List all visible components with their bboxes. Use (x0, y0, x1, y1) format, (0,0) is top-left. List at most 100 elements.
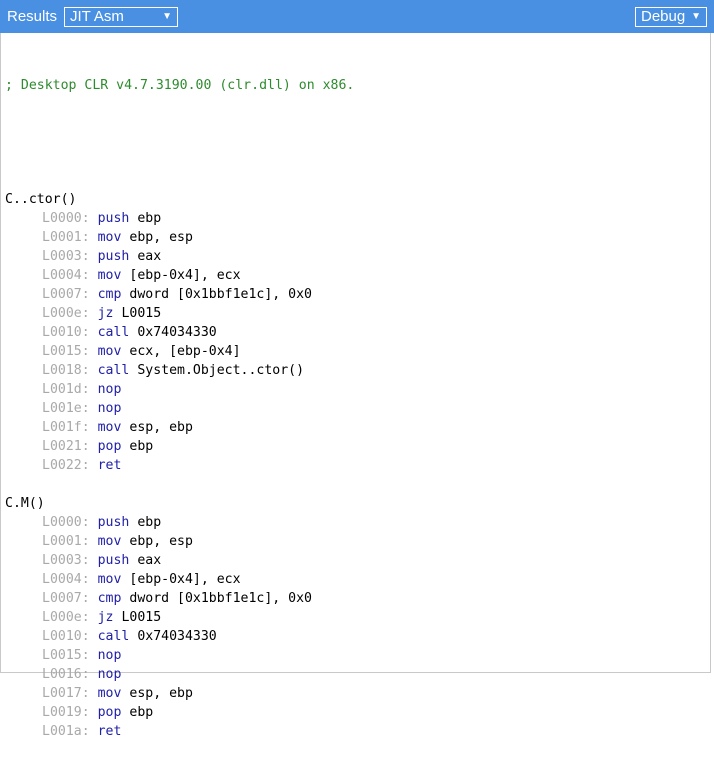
asm-label: L0004: (42, 268, 90, 283)
asm-label: L0003: (42, 249, 90, 264)
asm-operands: ebp, esp (129, 534, 193, 549)
asm-label: L0018: (42, 363, 90, 378)
asm-label: L0015: (42, 648, 90, 663)
chevron-down-icon: ▼ (691, 11, 701, 22)
asm-label: L0003: (42, 553, 90, 568)
asm-line: L0018: call System.Object..ctor() (0, 361, 710, 380)
asm-operands: ebp, esp (129, 230, 193, 245)
asm-line: L0000: push ebp (0, 209, 710, 228)
asm-opcode: push (97, 249, 130, 264)
asm-line: L001e: nop (0, 399, 710, 418)
asm-line: L0022: ret (0, 456, 710, 475)
asm-operands: ebp (137, 515, 162, 530)
asm-line: L0019: pop ebp (0, 703, 710, 722)
asm-label: L0004: (42, 572, 90, 587)
asm-operands: eax (137, 249, 162, 264)
asm-label: L0022: (42, 458, 90, 473)
asm-label: L0001: (42, 230, 90, 245)
asm-line: L000e: jz L0015 (0, 608, 710, 627)
asm-operands: esp, ebp (129, 420, 193, 435)
asm-operands: dword [0x1bbf1e1c], 0x0 (129, 591, 312, 606)
asm-output[interactable]: ; Desktop CLR v4.7.3190.00 (clr.dll) on … (0, 38, 710, 760)
asm-opcode: mov (97, 572, 122, 587)
asm-opcode: call (97, 363, 130, 378)
results-title: Results (7, 8, 58, 25)
asm-label: L001d: (42, 382, 90, 397)
asm-line: L0021: pop ebp (0, 437, 710, 456)
asm-label: L001a: (42, 724, 90, 739)
asm-operands: dword [0x1bbf1e1c], 0x0 (129, 287, 312, 302)
asm-opcode: mov (97, 230, 122, 245)
asm-operands: eax (137, 553, 162, 568)
asm-operands: ebp (129, 439, 154, 454)
asm-line: L0001: mov ebp, esp (0, 532, 710, 551)
asm-operands: 0x74034330 (137, 325, 217, 340)
asm-opcode: mov (97, 420, 122, 435)
runtime-comment: ; Desktop CLR v4.7.3190.00 (clr.dll) on … (5, 78, 355, 93)
output-view-value: JIT Asm (70, 8, 124, 25)
asm-label: L0010: (42, 629, 90, 644)
asm-operands: [ebp-0x4], ecx (129, 572, 241, 587)
asm-line: L0007: cmp dword [0x1bbf1e1c], 0x0 (0, 285, 710, 304)
asm-line: L0015: mov ecx, [ebp-0x4] (0, 342, 710, 361)
asm-opcode: jz (97, 610, 114, 625)
asm-label: L0019: (42, 705, 90, 720)
asm-operands: System.Object..ctor() (137, 363, 305, 378)
asm-opcode: mov (97, 344, 122, 359)
asm-line: L0001: mov ebp, esp (0, 228, 710, 247)
asm-operands: ebp (137, 211, 162, 226)
asm-line: L0010: call 0x74034330 (0, 627, 710, 646)
asm-opcode: jz (97, 306, 114, 321)
asm-opcode: pop (97, 439, 122, 454)
asm-line: L0017: mov esp, ebp (0, 684, 710, 703)
asm-opcode: call (97, 325, 130, 340)
asm-label: L0001: (42, 534, 90, 549)
asm-operands: ebp (129, 705, 154, 720)
method-header: C.M() (5, 496, 45, 511)
build-mode-select[interactable]: Debug ▼ (635, 7, 707, 27)
asm-line: L001d: nop (0, 380, 710, 399)
output-view-select[interactable]: JIT Asm ▼ (64, 7, 178, 27)
asm-opcode: ret (97, 458, 122, 473)
method-header: C..ctor() (5, 192, 77, 207)
asm-label: L0000: (42, 515, 90, 530)
asm-opcode: cmp (97, 287, 122, 302)
asm-label: L0015: (42, 344, 90, 359)
results-toolbar: Results JIT Asm ▼ Debug ▼ (0, 0, 714, 33)
asm-line: L0010: call 0x74034330 (0, 323, 710, 342)
asm-opcode: cmp (97, 591, 122, 606)
asm-opcode: push (97, 211, 130, 226)
asm-opcode: nop (97, 401, 122, 416)
asm-line: L0003: push eax (0, 247, 710, 266)
asm-line: L0003: push eax (0, 551, 710, 570)
asm-label: L0007: (42, 591, 90, 606)
asm-opcode: pop (97, 705, 122, 720)
asm-line: L0007: cmp dword [0x1bbf1e1c], 0x0 (0, 589, 710, 608)
asm-opcode: call (97, 629, 130, 644)
asm-opcode: nop (97, 648, 122, 663)
asm-opcode: nop (97, 382, 122, 397)
chevron-down-icon: ▼ (162, 11, 172, 22)
asm-line: L000e: jz L0015 (0, 304, 710, 323)
asm-line: L0004: mov [ebp-0x4], ecx (0, 266, 710, 285)
asm-line: L001a: ret (0, 722, 710, 741)
asm-operands: L0015 (121, 610, 162, 625)
asm-operands: 0x74034330 (137, 629, 217, 644)
asm-label: L000e: (42, 306, 90, 321)
asm-operands: [ebp-0x4], ecx (129, 268, 241, 283)
asm-opcode: mov (97, 268, 122, 283)
asm-label: L0017: (42, 686, 90, 701)
asm-opcode: push (97, 515, 130, 530)
asm-opcode: push (97, 553, 130, 568)
asm-line: L0015: nop (0, 646, 710, 665)
asm-operands: esp, ebp (129, 686, 193, 701)
build-mode-value: Debug (641, 8, 686, 25)
asm-label: L001f: (42, 420, 90, 435)
asm-label: L0007: (42, 287, 90, 302)
asm-label: L001e: (42, 401, 90, 416)
asm-label: L0021: (42, 439, 90, 454)
asm-line: L0000: push ebp (0, 513, 710, 532)
asm-operands: ecx, [ebp-0x4] (129, 344, 241, 359)
